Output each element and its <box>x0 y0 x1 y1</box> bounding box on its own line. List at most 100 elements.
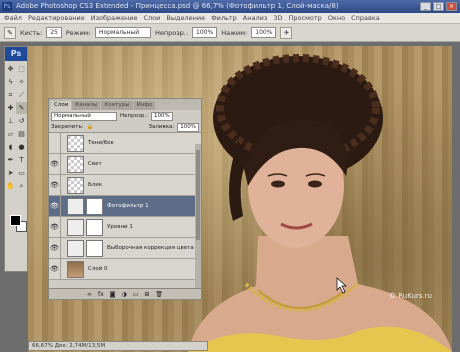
flow-field[interactable]: 100% <box>251 27 277 38</box>
layer-row[interactable]: 👁 Слой 0 <box>49 258 201 280</box>
mode-label: Режим: <box>65 28 91 37</box>
ps-logo: Ps <box>5 47 27 61</box>
status-bar: 66,67% Док: 2,74M/13,5M <box>28 341 208 351</box>
adjustment-layer-icon[interactable]: ◑ <box>121 291 126 298</box>
eye-icon[interactable]: 👁 <box>49 216 61 238</box>
menu-image[interactable]: Изображение <box>91 14 138 22</box>
mode-select[interactable]: Нормальный <box>94 27 151 38</box>
layer-opacity-field[interactable]: 100% <box>151 111 173 121</box>
layers-scrollbar[interactable] <box>195 144 201 289</box>
eye-icon[interactable]: 👁 <box>49 237 61 259</box>
maximize-button[interactable]: □ <box>433 2 444 11</box>
eye-icon[interactable]: 👁 <box>49 153 61 175</box>
eye-icon[interactable]: 👁 <box>49 174 61 196</box>
lasso-tool-icon[interactable]: ϟ <box>5 76 16 88</box>
hand-tool-icon[interactable]: ✋ <box>5 180 16 192</box>
move-tool-icon[interactable]: ✥ <box>5 63 16 75</box>
layer-row[interactable]: 👁 Выборочная коррекция цвета 1 <box>49 237 201 259</box>
layer-name: Слой 0 <box>88 266 108 272</box>
marquee-tool-icon[interactable]: ⬚ <box>16 63 27 75</box>
link-layers-icon[interactable]: ∞ <box>87 291 92 298</box>
lock-icon[interactable]: 🔒 <box>87 124 94 130</box>
tab-info[interactable]: Инфо <box>133 101 156 110</box>
layer-row[interactable]: Тени/бок <box>49 132 201 154</box>
history-brush-icon[interactable]: ↺ <box>16 115 27 127</box>
fill-label: Заливка: <box>148 124 175 130</box>
scrollbar-thumb[interactable] <box>196 150 200 240</box>
layer-mask-thumbnail[interactable] <box>86 218 103 236</box>
new-layer-icon[interactable]: ⊞ <box>144 291 149 298</box>
zoom-tool-icon[interactable]: ⌕ <box>16 180 27 192</box>
layers-panel-footer: ∞ fx ◙ ◑ ▭ ⊞ 🗑 <box>49 288 201 299</box>
layer-mask-thumbnail[interactable] <box>86 197 103 215</box>
slice-tool-icon[interactable]: ⟋ <box>16 89 27 101</box>
menu-layers[interactable]: Слои <box>143 14 160 22</box>
blur-tool-icon[interactable]: ◖ <box>5 141 16 153</box>
gradient-tool-icon[interactable]: ▤ <box>16 128 27 140</box>
layer-row[interactable]: 👁 Блик <box>49 174 201 196</box>
layers-panel: Слои Каналы Контуры Инфо Нормальный Непр… <box>48 98 202 300</box>
layer-name: Выборочная коррекция цвета 1 <box>107 245 199 251</box>
close-button[interactable]: × <box>446 2 457 11</box>
eye-icon[interactable]: 👁 <box>49 258 61 280</box>
new-group-icon[interactable]: ▭ <box>133 291 139 298</box>
brush-tool-icon[interactable]: ✎ <box>16 102 27 114</box>
menu-3d[interactable]: 3D <box>273 14 282 22</box>
brush-size-picker[interactable]: 25 <box>46 27 62 38</box>
foreground-color-swatch[interactable] <box>10 215 21 226</box>
stamp-tool-icon[interactable]: ⊥ <box>5 115 16 127</box>
shape-tool-icon[interactable]: ▭ <box>16 167 27 179</box>
brush-label: Кисть: <box>20 28 43 37</box>
menu-edit[interactable]: Редактирование <box>28 14 85 22</box>
trash-icon[interactable]: 🗑 <box>155 291 163 298</box>
window-title: Adobe Photoshop CS3 Extended - Принцесса… <box>16 2 339 10</box>
adjustment-layer-icon <box>67 239 84 257</box>
layer-thumbnail <box>67 134 84 152</box>
adjustment-layer-icon <box>67 197 84 215</box>
brush-icon[interactable]: ✎ <box>4 26 16 39</box>
layer-mask-thumbnail[interactable] <box>86 239 103 257</box>
watermark-text: © RuKurs.ru <box>389 292 432 300</box>
tool-grid: ✥ ⬚ ϟ ✧ ⌗ ⟋ ✚ ✎ ⊥ ↺ ▱ ▤ ◖ ● ✒ T ➤ ▭ ✋ ⌕ <box>5 61 27 192</box>
layer-name: Блик <box>88 182 103 188</box>
tab-layers[interactable]: Слои <box>51 101 72 110</box>
fill-field[interactable]: 100% <box>177 122 199 132</box>
menu-analysis[interactable]: Анализ <box>243 14 268 22</box>
menu-file[interactable]: Файл <box>4 14 22 22</box>
magic-wand-icon[interactable]: ✧ <box>16 76 27 88</box>
layer-row[interactable]: 👁 Уровни 1 <box>49 216 201 238</box>
toolbox: Ps ✥ ⬚ ϟ ✧ ⌗ ⟋ ✚ ✎ ⊥ ↺ ▱ ▤ ◖ ● ✒ T ➤ ▭ ✋… <box>4 46 28 272</box>
tab-channels[interactable]: Каналы <box>72 101 101 110</box>
app-icon: Ps <box>2 2 12 11</box>
menu-bar: Файл Редактирование Изображение Слои Выд… <box>0 13 460 24</box>
layer-thumbnail <box>67 260 84 278</box>
menu-view[interactable]: Просмотр <box>288 14 321 22</box>
opacity-field[interactable]: 100% <box>192 27 218 38</box>
path-select-icon[interactable]: ➤ <box>5 167 16 179</box>
adjustment-layer-icon <box>67 218 84 236</box>
options-bar: ✎ Кисть: 25 Режим: Нормальный Непрозр.: … <box>0 24 460 42</box>
blend-mode-select[interactable]: Нормальный <box>51 111 117 121</box>
add-mask-icon[interactable]: ◙ <box>110 291 116 298</box>
eye-icon[interactable]: 👁 <box>49 195 61 217</box>
healing-tool-icon[interactable]: ✚ <box>5 102 16 114</box>
layer-row[interactable]: 👁 Свет <box>49 153 201 175</box>
minimize-button[interactable]: _ <box>420 2 431 11</box>
tab-paths[interactable]: Контуры <box>101 101 133 110</box>
airbrush-icon[interactable]: ✈ <box>280 26 293 39</box>
layer-row-selected[interactable]: 👁 Фотофильтр 1 <box>49 195 201 217</box>
menu-window[interactable]: Окно <box>328 14 345 22</box>
eraser-tool-icon[interactable]: ▱ <box>5 128 16 140</box>
menu-filter[interactable]: Фильтр <box>211 14 237 22</box>
window-controls: _ □ × <box>420 2 457 11</box>
layer-style-icon[interactable]: fx <box>98 291 104 298</box>
menu-help[interactable]: Справка <box>351 14 380 22</box>
type-tool-icon[interactable]: T <box>16 154 27 166</box>
crop-tool-icon[interactable]: ⌗ <box>5 89 16 101</box>
visibility-toggle[interactable] <box>49 132 61 154</box>
menu-select[interactable]: Выделение <box>166 14 205 22</box>
layer-blend-controls: Нормальный Непрозр.: 100% <box>49 110 201 122</box>
layer-list: Тени/бок 👁 Свет 👁 Блик 👁 Фотофильтр 1 👁 … <box>49 132 201 280</box>
pen-tool-icon[interactable]: ✒ <box>5 154 16 166</box>
dodge-tool-icon[interactable]: ● <box>16 141 27 153</box>
